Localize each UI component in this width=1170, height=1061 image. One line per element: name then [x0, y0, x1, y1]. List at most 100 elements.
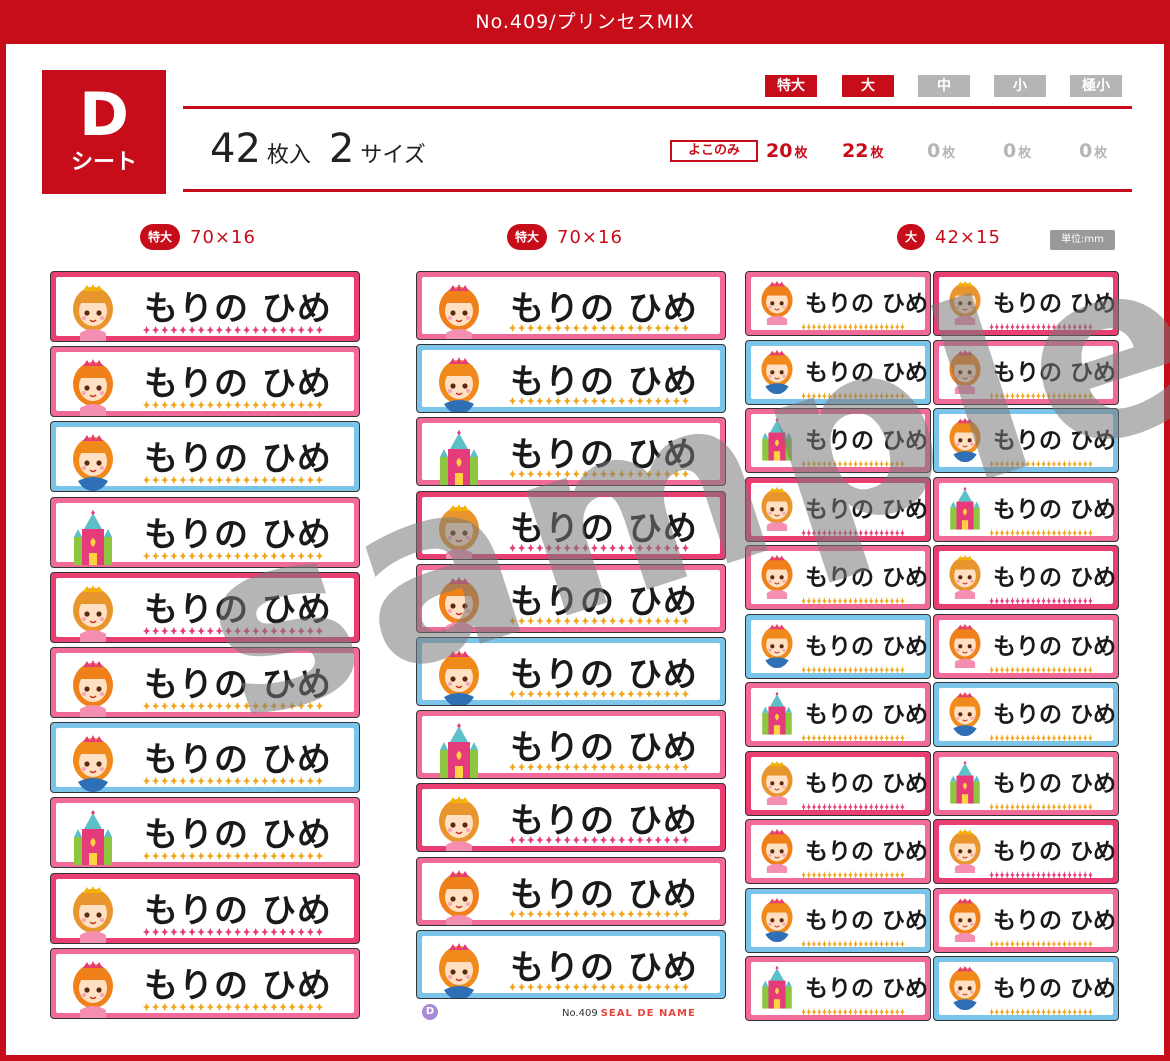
- label-name-text: もりの ひめ: [805, 976, 929, 1002]
- name-label-sticker: もりの ひめ: [50, 947, 360, 1019]
- castle-icon: [944, 486, 986, 536]
- label-inner: もりの ひめ: [422, 423, 720, 486]
- label-inner: もりの ひめ: [939, 551, 1117, 605]
- name-label-sticker: もりの ひめ: [416, 563, 726, 633]
- princess-icon: [66, 283, 120, 341]
- label-inner: もりの ひめ: [56, 577, 354, 642]
- label-inner: もりの ひめ: [751, 756, 928, 811]
- princess-icon: [944, 554, 986, 604]
- princess-icon: [432, 576, 486, 632]
- sparkle-border-icon: [989, 316, 1093, 331]
- princess-icon: [756, 554, 798, 604]
- label-name-text: もりの ひめ: [805, 633, 929, 660]
- label-name-text: もりの ひめ: [993, 839, 1117, 865]
- label-inner: もりの ひめ: [56, 352, 354, 417]
- quantity: 0枚: [1003, 140, 1031, 162]
- orientation-badge: よこのみ: [670, 140, 758, 162]
- quantity-value: 0: [1003, 140, 1017, 162]
- name-label-sticker: もりの ひめ: [50, 271, 360, 342]
- quantity-unit: 枚: [1094, 146, 1108, 161]
- princess-icon: [944, 828, 986, 878]
- sparkle-border-icon: [801, 864, 905, 879]
- sparkle-border-icon: [508, 903, 690, 918]
- quantity: 0枚: [1079, 140, 1107, 162]
- label-inner: もりの ひめ: [751, 551, 929, 605]
- page-title: No.409/プリンセスMIX: [0, 0, 1170, 44]
- label-name-text: もりの ひめ: [993, 770, 1117, 797]
- sheet-label: シート: [70, 150, 137, 175]
- label-inner: もりの ひめ: [939, 619, 1116, 674]
- size-pill: 特大: [140, 224, 181, 250]
- sparkle-border-icon: [801, 453, 905, 468]
- name-label-sticker: もりの ひめ: [416, 783, 726, 853]
- mermaid-princess-icon: [944, 691, 986, 741]
- label-name-text: もりの ひめ: [993, 291, 1117, 317]
- princess-icon: [756, 486, 798, 536]
- princess-icon: [944, 349, 986, 399]
- label-inner: もりの ひめ: [939, 414, 1116, 468]
- quantity: 22 枚: [842, 140, 883, 162]
- mermaid-princess-icon: [66, 734, 120, 793]
- label-name-text: もりの ひめ: [993, 976, 1117, 1002]
- size-pill: 大: [897, 224, 926, 250]
- label-inner: もりの ひめ: [56, 878, 354, 943]
- name-label-sticker: もりの ひめ: [933, 956, 1119, 1021]
- princess-icon: [756, 828, 798, 878]
- castle-icon: [756, 965, 798, 1015]
- label-inner: もりの ひめ: [422, 716, 720, 779]
- name-label-sticker: もりの ひめ: [745, 956, 931, 1021]
- princess-icon: [432, 795, 486, 852]
- sparkle-border-icon: [142, 845, 324, 861]
- quantity-unit: 枚: [870, 146, 884, 161]
- sparkle-border-icon: [801, 590, 905, 605]
- sparkle-border-icon: [989, 590, 1093, 605]
- name-label-sticker: もりの ひめ: [416, 929, 726, 999]
- princess-icon: [432, 869, 486, 925]
- name-label-sticker: もりの ひめ: [50, 872, 360, 944]
- label-count: 42: [210, 126, 261, 172]
- label-inner: もりの ひめ: [751, 277, 928, 331]
- name-label-sticker: もりの ひめ: [416, 271, 726, 340]
- size-tag: 極小: [1070, 75, 1122, 97]
- label-inner: もりの ひめ: [56, 653, 354, 717]
- column-dims: 42×15: [935, 226, 1001, 248]
- size-tag: 特大: [765, 75, 817, 97]
- label-name-text: もりの ひめ: [993, 359, 1117, 386]
- label-inner: もりの ひめ: [56, 277, 354, 341]
- name-label-sticker: もりの ひめ: [416, 490, 726, 560]
- quantity: 0枚: [927, 140, 955, 162]
- sheet-letter: D: [79, 80, 129, 150]
- label-inner: もりの ひめ: [939, 277, 1117, 331]
- name-label-sticker: もりの ひめ: [933, 339, 1119, 405]
- name-label-sticker: もりの ひめ: [933, 476, 1119, 542]
- label-inner: もりの ひめ: [751, 482, 928, 537]
- column-dims: 70×16: [557, 226, 623, 248]
- quantity-value: 0: [1079, 140, 1093, 162]
- sparkle-border-icon: [989, 727, 1093, 742]
- name-label-sticker: もりの ひめ: [745, 887, 931, 953]
- name-label-sticker: もりの ひめ: [933, 750, 1119, 816]
- princess-icon: [944, 897, 986, 947]
- label-name-text: もりの ひめ: [993, 565, 1117, 591]
- sparkle-border-icon: [989, 385, 1093, 400]
- sparkle-border-icon: [142, 695, 324, 710]
- name-label-sticker: もりの ひめ: [933, 887, 1119, 953]
- name-label-sticker: もりの ひめ: [50, 346, 360, 418]
- sparkle-border-icon: [142, 770, 324, 786]
- name-label-sticker: もりの ひめ: [50, 722, 360, 794]
- label-inner: もりの ひめ: [56, 502, 354, 565]
- divider-top: [183, 106, 1132, 109]
- name-label-sticker: もりの ひめ: [50, 421, 360, 493]
- princess-icon: [66, 960, 120, 1018]
- sparkle-border-icon: [142, 996, 324, 1011]
- princess-icon: [66, 584, 120, 642]
- name-label-sticker: もりの ひめ: [745, 819, 931, 884]
- label-count-unit: 枚入: [266, 143, 311, 168]
- label-name-text: もりの ひめ: [805, 565, 929, 591]
- sparkle-border-icon: [508, 829, 690, 845]
- castle-icon: [756, 417, 798, 467]
- label-inner: もりの ひめ: [939, 893, 1116, 948]
- name-label-sticker: もりの ひめ: [933, 819, 1119, 884]
- size-tag: 大: [842, 75, 894, 97]
- sparkle-border-icon: [142, 394, 324, 410]
